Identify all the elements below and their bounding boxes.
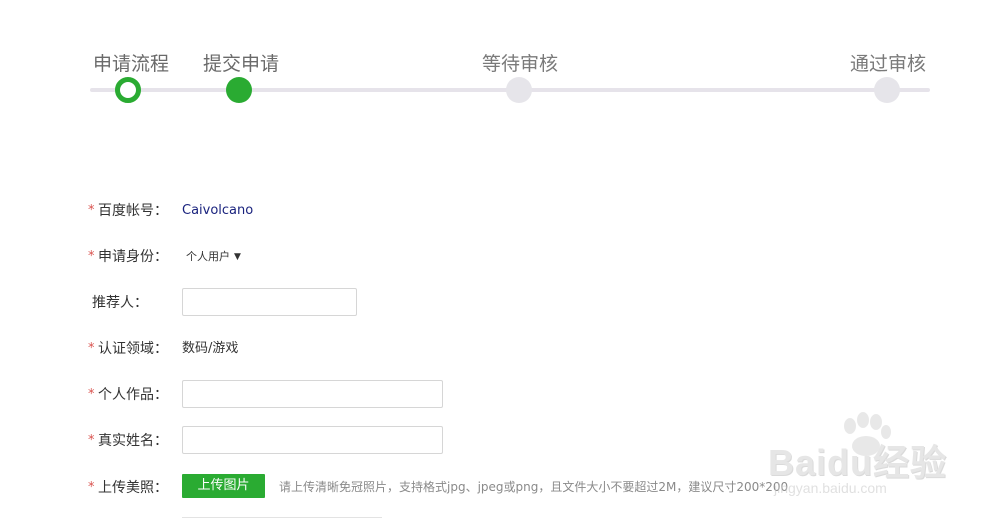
step-dot-pending (506, 77, 532, 103)
domain-value: 数码/游戏 (182, 341, 239, 356)
form-row-domain: * 认证领域： 数码/游戏 (0, 333, 1000, 365)
upload-photo-button[interactable]: 上传图片 (182, 474, 265, 498)
watermark-url: jingyan.baidu.com (774, 480, 887, 496)
account-value: Caivolcano (182, 203, 254, 218)
works-input[interactable] (182, 380, 443, 408)
upload-hint: 请上传清晰免冠照片，支持格式jpg、jpeg或png，且文件大小不要超过2M，建… (279, 480, 789, 494)
step-dot-done (226, 77, 252, 103)
baidu-watermark: Baidu经验 jingyan.baidu.com (760, 412, 990, 520)
required-mark: * (88, 249, 95, 264)
identity-label: 申请身份： (98, 249, 168, 265)
photo-label: 上传美照： (98, 480, 168, 496)
required-mark: * (88, 387, 95, 402)
form-row-works: * 个人作品： (0, 379, 1000, 411)
step-dot-current (115, 77, 141, 103)
form-row-identity: * 申请身份： 个人用户 ▼ (0, 241, 1000, 273)
referrer-label: 推荐人： (92, 295, 148, 311)
account-label: 百度帐号： (98, 203, 168, 219)
chevron-down-icon: ▼ (234, 252, 241, 262)
form-row-account: * 百度帐号： Caivolcano (0, 195, 1000, 227)
required-mark: * (88, 480, 95, 495)
step-label-approved: 通过审核 (850, 53, 927, 75)
progress-steps: 申请流程 提交申请 等待审核 通过审核 (0, 0, 1000, 120)
step-dot-final (874, 77, 900, 103)
required-mark: * (88, 433, 95, 448)
real-name-label: 真实姓名： (98, 433, 168, 449)
step-label-waiting-review: 等待审核 (482, 53, 559, 75)
required-mark: * (88, 203, 95, 218)
real-name-input[interactable] (182, 426, 443, 454)
identity-select-value: 个人用户 (186, 250, 230, 263)
required-mark: * (88, 341, 95, 356)
step-label-submit: 提交申请 (203, 53, 280, 75)
works-label: 个人作品： (98, 387, 168, 403)
identity-select[interactable]: 个人用户 ▼ (186, 241, 241, 274)
referrer-input[interactable] (182, 288, 357, 316)
step-label-apply-process: 申请流程 (93, 53, 170, 75)
watermark-brand: Baidu经验 (768, 442, 948, 483)
domain-label: 认证领域： (98, 341, 168, 357)
form-row-referrer: 推荐人： (0, 287, 1000, 319)
